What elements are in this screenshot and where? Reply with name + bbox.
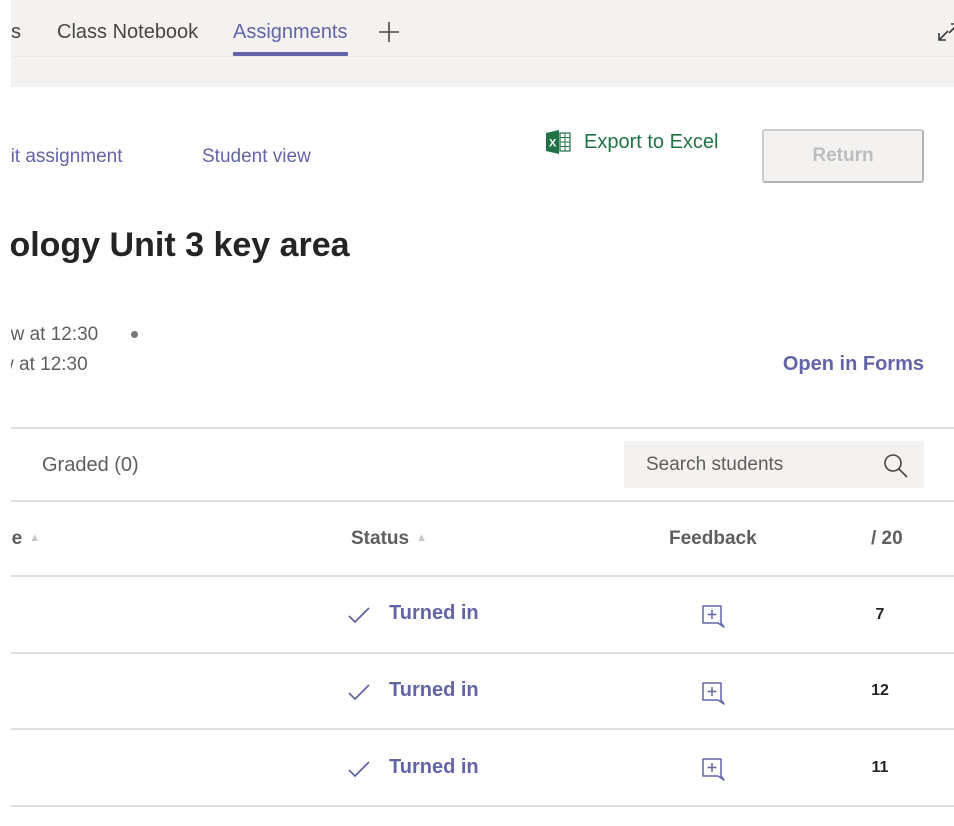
sort-ascending-icon: ▲ <box>29 532 41 544</box>
add-feedback-icon[interactable] <box>700 680 726 706</box>
svg-text:X: X <box>549 138 557 150</box>
checkmark-icon <box>348 684 370 701</box>
return-button[interactable]: Return <box>762 129 924 183</box>
tab-class-notebook[interactable]: Class Notebook <box>57 21 198 44</box>
status-turned-in[interactable]: Turned in <box>389 756 479 779</box>
expand-icon[interactable] <box>935 18 954 46</box>
tab-assignments-label: Assignments <box>233 21 348 43</box>
search-students-input[interactable] <box>624 441 874 488</box>
separator-dot <box>131 331 138 338</box>
toolbar-band <box>11 57 954 87</box>
assignment-close-date: w at 12:30 <box>0 354 88 375</box>
tab-assignments[interactable]: Assignments <box>233 21 348 56</box>
column-header-feedback: Feedback <box>669 528 757 549</box>
plus-icon[interactable] <box>377 20 401 44</box>
checkmark-icon <box>348 607 370 624</box>
active-tab-indicator <box>233 52 348 56</box>
channel-tab-bar: s Class Notebook Assignments <box>11 0 954 57</box>
open-in-forms-link[interactable]: Open in Forms <box>783 353 924 376</box>
checkmark-icon <box>348 761 370 778</box>
points-value[interactable]: 7 <box>850 606 910 624</box>
export-to-excel-button[interactable]: X Export to Excel <box>546 130 719 154</box>
excel-icon: X <box>546 130 571 154</box>
points-value[interactable]: 11 <box>850 759 910 777</box>
table-row: Turned in 12 <box>11 654 954 730</box>
left-edge-strip <box>0 0 11 826</box>
edit-assignment-link[interactable]: dit assignment <box>0 146 123 168</box>
status-turned-in[interactable]: Turned in <box>389 602 479 625</box>
column-header-points: / 20 <box>871 528 903 549</box>
assignment-title: iology Unit 3 key area <box>0 226 350 264</box>
divider <box>11 500 954 502</box>
tab-truncated[interactable]: s <box>11 21 21 44</box>
column-header-status[interactable]: Status ▲ <box>351 528 427 550</box>
divider <box>11 427 954 429</box>
tab-graded[interactable]: Graded (0) <box>42 454 139 477</box>
add-feedback-icon[interactable] <box>700 756 726 782</box>
export-to-excel-label: Export to Excel <box>584 130 719 153</box>
table-row: Turned in 7 <box>11 577 954 653</box>
divider <box>11 805 954 807</box>
student-view-link[interactable]: Student view <box>202 146 311 168</box>
search-icon[interactable] <box>882 452 910 480</box>
sort-ascending-icon: ▲ <box>416 532 427 544</box>
status-turned-in[interactable]: Turned in <box>389 679 479 702</box>
assignment-due-date: ow at 12:30 <box>0 324 99 345</box>
search-students-box <box>624 441 924 488</box>
points-value[interactable]: 12 <box>850 682 910 700</box>
add-feedback-icon[interactable] <box>700 603 726 629</box>
table-row: Turned in 11 <box>11 730 954 806</box>
column-header-status-label: Status <box>351 528 410 549</box>
